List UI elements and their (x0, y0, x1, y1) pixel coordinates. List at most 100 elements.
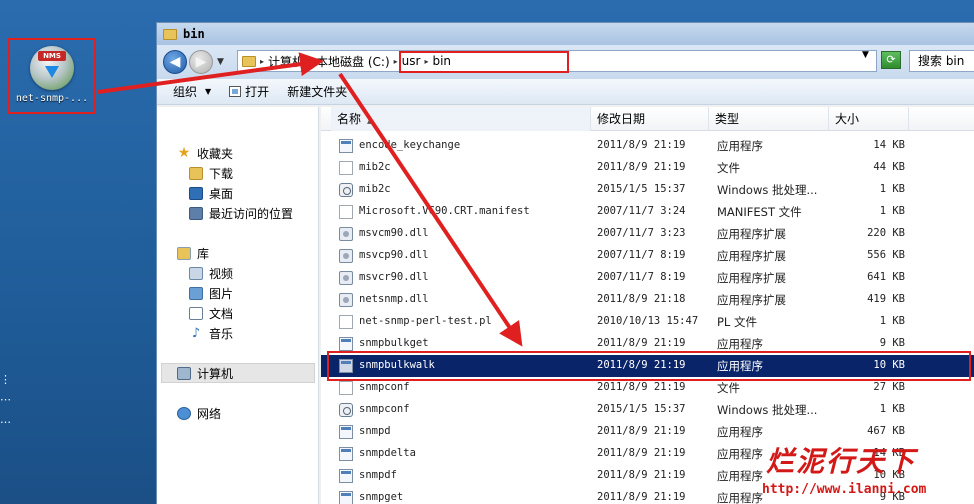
nav-network[interactable]: 网络 (177, 405, 221, 422)
file-row[interactable]: mib2c 2015/1/5 15:37 Windows 批处理... 1 KB (321, 179, 974, 201)
watermark-title: 烂泥行天下 (766, 445, 917, 478)
file-name: encode_keychange (359, 139, 461, 151)
star-icon: ★ (177, 145, 191, 161)
navigation-pane: ★ 收藏夹 下载 桌面 最近访问的位置 库 视频 图片 文档 ♪ 音乐 计算机 … (157, 107, 319, 504)
file-type: 应用程序 (717, 139, 763, 153)
file-row[interactable]: msvcr90.dll 2007/11/7 8:19 应用程序扩展 641 KB (321, 267, 974, 289)
nav-label: 文档 (209, 307, 234, 321)
search-input[interactable]: 搜索 bin (909, 50, 974, 72)
file-name: Microsoft.VC90.CRT.manifest (359, 205, 530, 217)
address-bar[interactable]: ▸ 计算机 ▸ 本地磁盘 (C:) ▸ usr ▸ bin (237, 50, 877, 73)
file-type: 应用程序扩展 (717, 249, 786, 263)
file-date: 2011/8/9 21:19 (597, 447, 686, 459)
file-row[interactable]: snmpconf 2015/1/5 15:37 Windows 批处理... 1 KB (321, 399, 974, 421)
file-row[interactable]: msvcm90.dll 2007/11/7 3:23 应用程序扩展 220 KB (321, 223, 974, 245)
column-header-type[interactable]: 类型 (709, 107, 829, 131)
file-type: PL 文件 (717, 315, 757, 329)
refresh-button[interactable]: ⟳ (881, 51, 901, 69)
recent-places-icon (189, 207, 203, 220)
file-name: snmpdelta (359, 447, 416, 459)
file-row[interactable]: msvcp90.dll 2007/11/7 8:19 应用程序扩展 556 KB (321, 245, 974, 267)
doc-file-icon (339, 205, 353, 219)
breadcrumb-separator-icon[interactable]: ▸ (394, 57, 398, 66)
file-size: 14 KB (873, 139, 905, 151)
chevron-down-icon: ▼ (205, 87, 212, 96)
file-date: 2011/8/9 21:19 (597, 161, 686, 173)
file-name: snmpconf (359, 403, 410, 415)
nav-libraries[interactable]: 库 (177, 245, 209, 262)
address-dropdown-icon[interactable]: ▼ (862, 50, 869, 60)
file-date: 2007/11/7 8:19 (597, 271, 686, 283)
open-label: 打开 (245, 85, 270, 99)
open-button[interactable]: 打开 (229, 83, 269, 100)
nav-music[interactable]: ♪ 音乐 (189, 325, 233, 342)
nav-label: 库 (197, 247, 210, 261)
file-date: 2007/11/7 3:24 (597, 205, 686, 217)
music-note-icon: ♪ (191, 326, 201, 341)
window-title: bin (183, 27, 205, 41)
file-type: Windows 批处理... (717, 183, 818, 197)
forward-button[interactable]: ▶ (189, 50, 213, 74)
file-row[interactable]: Microsoft.VC90.CRT.manifest 2007/11/7 3:2… (321, 201, 974, 223)
edge-fragment: ⋮ (0, 373, 11, 386)
file-row[interactable]: net-snmp-perl-test.pl 2010/10/13 15:47 PL … (321, 311, 974, 333)
new-folder-button[interactable]: 新建文件夹 (287, 83, 347, 100)
nav-favorites[interactable]: ★ 收藏夹 (177, 145, 233, 162)
nav-computer[interactable]: 计算机 (177, 365, 233, 382)
breadcrumb-separator-icon[interactable]: ▸ (308, 57, 312, 66)
exe-file-icon (339, 337, 353, 351)
net-snmp-desktop-shortcut[interactable]: NMS net-snmp-... (8, 38, 96, 114)
bat-file-icon (339, 183, 353, 197)
organize-label: 组织 (173, 85, 198, 99)
file-size: 419 KB (867, 293, 905, 305)
left-edge-fragments: ⋮ ⋯ … (0, 370, 11, 430)
breadcrumb-computer[interactable]: 计算机 (268, 53, 304, 70)
nav-downloads[interactable]: 下载 (189, 165, 233, 182)
nav-desktop[interactable]: 桌面 (189, 185, 233, 202)
file-row[interactable]: encode_keychange 2011/8/9 21:19 应用程序 14 KB (321, 135, 974, 157)
file-date: 2011/8/9 21:19 (597, 139, 686, 151)
file-name: mib2c (359, 183, 391, 195)
file-name: netsnmp.dll (359, 293, 429, 305)
desktop-icon (189, 187, 203, 200)
pictures-icon (189, 287, 203, 300)
recent-pages-dropdown-icon[interactable]: ▼ (217, 57, 224, 67)
column-header-date[interactable]: 修改日期 (591, 107, 709, 131)
file-date: 2011/8/9 21:19 (597, 381, 686, 393)
nav-recent-places[interactable]: 最近访问的位置 (189, 205, 293, 222)
file-size: 220 KB (867, 227, 905, 239)
nav-label: 计算机 (197, 367, 234, 381)
file-name: snmpget (359, 491, 404, 503)
file-type: 应用程序扩展 (717, 227, 786, 241)
doc-file-icon (339, 381, 353, 395)
file-name: snmpconf (359, 381, 410, 393)
column-header-size[interactable]: 大小 (829, 107, 909, 131)
nav-videos[interactable]: 视频 (189, 265, 233, 282)
bat-file-icon (339, 403, 353, 417)
exe-file-icon (339, 491, 353, 504)
title-bar[interactable]: bin (157, 23, 974, 45)
folder-icon (163, 28, 177, 40)
back-button[interactable]: ◀ (163, 50, 187, 74)
dll-file-icon (339, 293, 353, 307)
file-type: 应用程序 (717, 491, 763, 504)
dll-file-icon (339, 249, 353, 263)
nav-label: 图片 (209, 287, 234, 301)
edge-fragment: … (0, 413, 11, 426)
file-size: 27 KB (873, 381, 905, 393)
file-date: 2011/8/9 21:19 (597, 337, 686, 349)
column-header-name[interactable]: 名称 ▲ (331, 107, 591, 131)
file-type: 应用程序扩展 (717, 271, 786, 285)
file-type: 应用程序 (717, 337, 763, 351)
nav-pictures[interactable]: 图片 (189, 285, 233, 302)
breadcrumb-local-disk[interactable]: 本地磁盘 (C:) (316, 53, 390, 70)
file-type: 应用程序 (717, 469, 763, 483)
file-size: 44 KB (873, 161, 905, 173)
file-row[interactable]: netsnmp.dll 2011/8/9 21:18 应用程序扩展 419 KB (321, 289, 974, 311)
file-date: 2010/10/13 15:47 (597, 315, 699, 327)
breadcrumb-separator-icon[interactable]: ▸ (260, 57, 264, 66)
nav-documents[interactable]: 文档 (189, 305, 233, 322)
command-bar: 组织 ▼ 打开 新建文件夹 (157, 79, 974, 105)
file-row[interactable]: mib2c 2011/8/9 21:19 文件 44 KB (321, 157, 974, 179)
organize-menu[interactable]: 组织 ▼ (173, 83, 211, 100)
